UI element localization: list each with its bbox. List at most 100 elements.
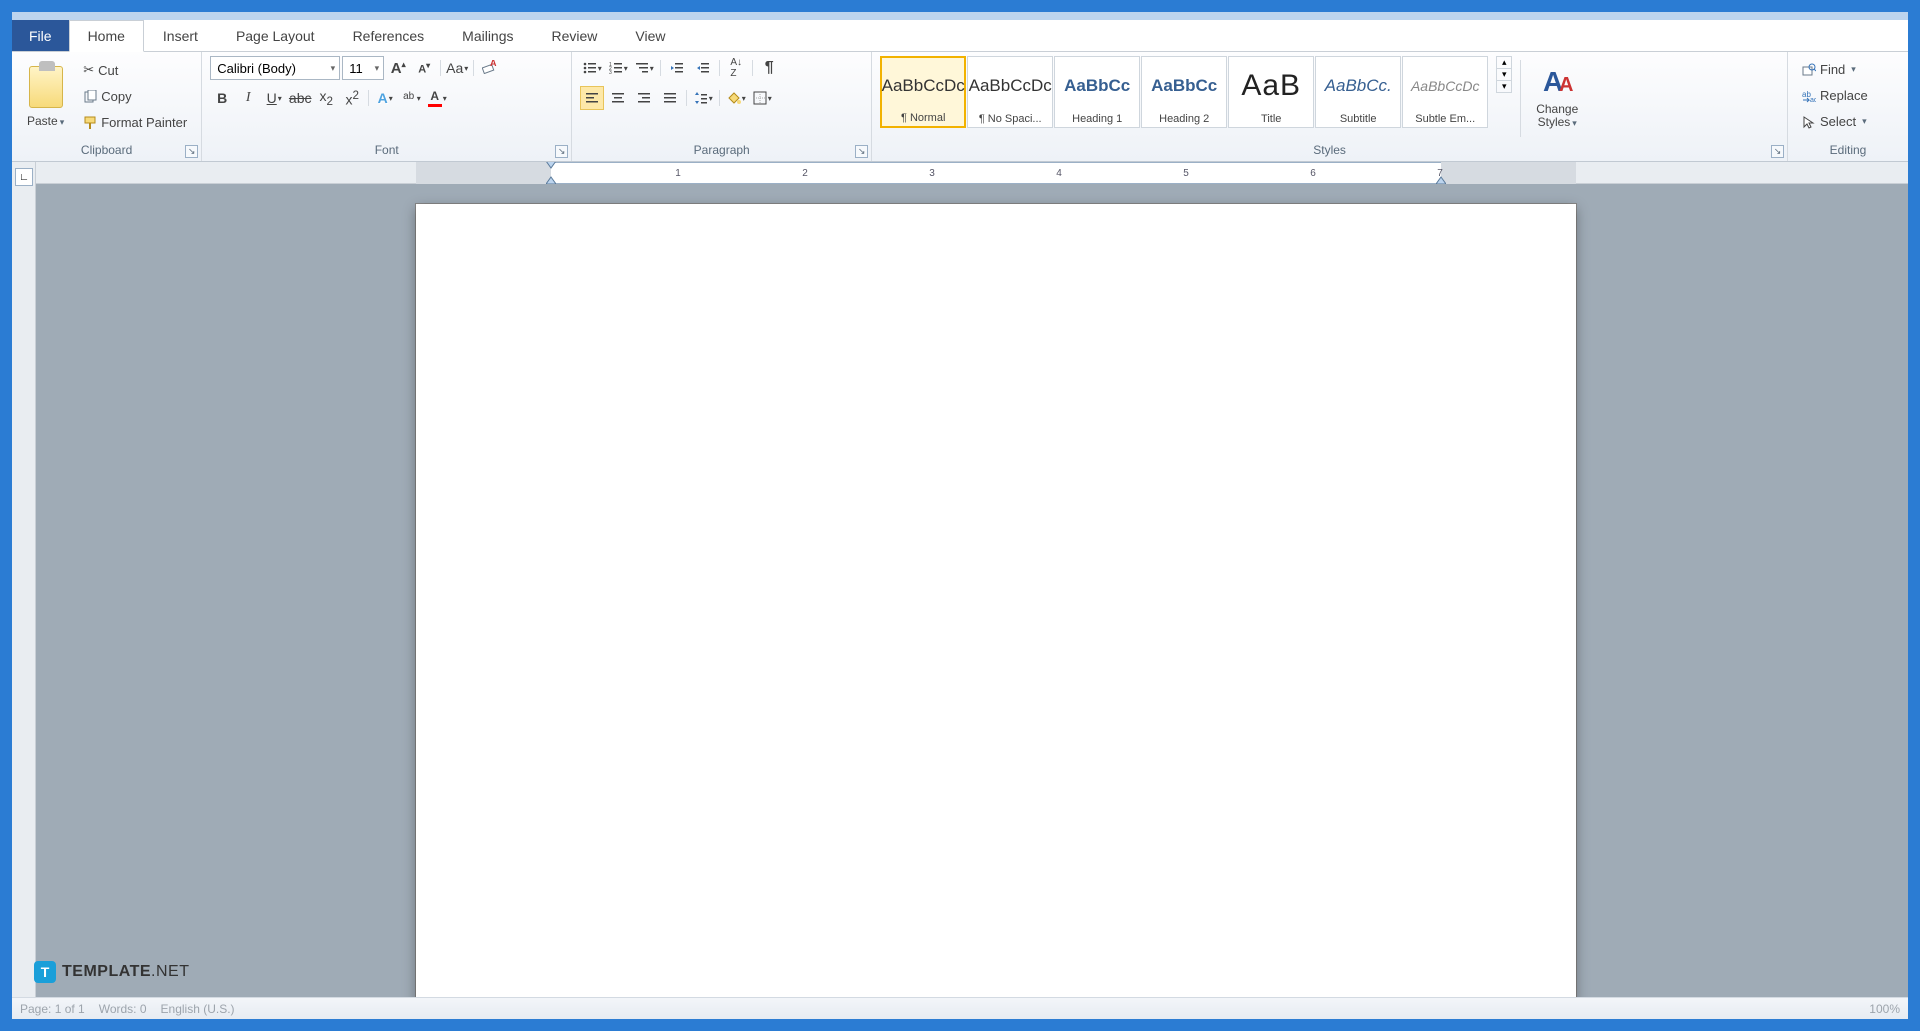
justify-button[interactable] xyxy=(658,86,682,110)
outdent-icon xyxy=(670,61,684,75)
status-language[interactable]: English (U.S.) xyxy=(161,1002,235,1016)
replace-button[interactable]: abac Replace xyxy=(1796,84,1874,107)
bold-button[interactable]: B xyxy=(210,86,234,110)
underline-button[interactable]: U xyxy=(262,86,286,110)
font-name-select[interactable]: Calibri (Body) xyxy=(210,56,340,80)
clear-formatting-button[interactable]: A xyxy=(478,56,502,80)
group-editing: Find abac Replace Select Editing xyxy=(1788,52,1908,161)
style-heading-2[interactable]: AaBbCcHeading 2 xyxy=(1141,56,1227,128)
line-spacing-button[interactable] xyxy=(691,86,715,110)
select-button[interactable]: Select xyxy=(1796,110,1874,133)
status-page[interactable]: Page: 1 of 1 xyxy=(20,1002,85,1016)
multilevel-list-button[interactable] xyxy=(632,56,656,80)
replace-label: Replace xyxy=(1820,88,1868,103)
hanging-indent[interactable] xyxy=(546,176,556,184)
shrink-font-button[interactable]: A▾ xyxy=(412,56,436,80)
tab-insert[interactable]: Insert xyxy=(144,20,217,51)
sort-icon: A↓Z xyxy=(730,57,742,79)
ribbon-tabs: File Home Insert Page Layout References … xyxy=(12,20,1908,52)
styles-dialog-launcher[interactable]: ↘ xyxy=(1771,145,1784,158)
format-painter-button[interactable]: Format Painter xyxy=(77,111,193,134)
font-size-select[interactable]: 11 xyxy=(342,56,384,80)
paste-button[interactable]: Paste xyxy=(20,56,71,138)
bold-icon: B xyxy=(217,90,227,106)
vertical-ruler[interactable]: ∟ xyxy=(12,162,36,997)
italic-button[interactable]: I xyxy=(236,86,260,110)
sort-button[interactable]: A↓Z xyxy=(724,56,748,80)
bullets-button[interactable] xyxy=(580,56,604,80)
style-subtle-em-[interactable]: AaBbCcDcSubtle Em... xyxy=(1402,56,1488,128)
subscript-button[interactable]: x2 xyxy=(314,86,338,110)
change-styles-button[interactable]: AA Change Styles xyxy=(1529,56,1585,138)
bucket-icon xyxy=(727,91,741,105)
style-name: Title xyxy=(1261,113,1281,125)
justify-icon xyxy=(663,91,677,105)
find-button[interactable]: Find xyxy=(1796,58,1874,81)
align-left-icon xyxy=(585,91,599,105)
strikethrough-icon: abc xyxy=(289,90,312,106)
align-center-icon xyxy=(611,91,625,105)
watermark: T TEMPLATE.NET xyxy=(34,961,189,983)
text-effects-button[interactable]: A xyxy=(373,86,397,110)
tab-review[interactable]: Review xyxy=(533,20,617,51)
style-name: Heading 1 xyxy=(1072,113,1122,125)
style-subtitle[interactable]: AaBbCc.Subtitle xyxy=(1315,56,1401,128)
copy-button[interactable]: Copy xyxy=(77,85,193,108)
numbering-button[interactable]: 123 xyxy=(606,56,630,80)
superscript-button[interactable]: x2 xyxy=(340,86,364,110)
align-left-button[interactable] xyxy=(580,86,604,110)
gallery-up[interactable]: ▴ xyxy=(1497,57,1511,69)
tab-references[interactable]: References xyxy=(334,20,444,51)
gallery-more[interactable]: ▾ xyxy=(1497,81,1511,92)
tab-selector[interactable]: ∟ xyxy=(15,168,33,186)
first-line-indent[interactable] xyxy=(546,162,556,169)
align-right-button[interactable] xyxy=(632,86,656,110)
highlight-icon: ab xyxy=(402,91,416,106)
tab-mailings[interactable]: Mailings xyxy=(443,20,532,51)
horizontal-ruler[interactable]: 1234567 xyxy=(36,162,1908,184)
styles-gallery-scroll[interactable]: ▴ ▾ ▾ xyxy=(1496,56,1512,93)
style--no-spaci-[interactable]: AaBbCcDc¶ No Spaci... xyxy=(967,56,1053,128)
borders-icon xyxy=(753,91,767,105)
ruler-number: 2 xyxy=(802,168,808,179)
tab-file[interactable]: File xyxy=(12,20,69,51)
style-name: ¶ Normal xyxy=(901,112,945,124)
show-hide-button[interactable]: ¶ xyxy=(757,56,781,80)
borders-button[interactable] xyxy=(750,86,774,110)
font-dialog-launcher[interactable]: ↘ xyxy=(555,145,568,158)
svg-text:A: A xyxy=(1559,74,1573,96)
clipboard-dialog-launcher[interactable]: ↘ xyxy=(185,145,198,158)
change-case-button[interactable]: Aa xyxy=(445,56,469,80)
cut-button[interactable]: ✂ Cut xyxy=(77,58,193,82)
style-title[interactable]: AaBTitle xyxy=(1228,56,1314,128)
subscript-icon: x2 xyxy=(319,88,332,108)
svg-text:A: A xyxy=(490,60,497,68)
watermark-brand: TEMPLATE xyxy=(62,963,151,980)
line-spacing-icon xyxy=(694,91,708,105)
document-area: 1234567 xyxy=(36,162,1908,997)
right-indent[interactable] xyxy=(1436,176,1446,184)
grow-font-button[interactable]: A▴ xyxy=(386,56,410,80)
font-color-button[interactable]: A xyxy=(425,86,449,110)
ruler-number: 6 xyxy=(1310,168,1316,179)
tab-page-layout[interactable]: Page Layout xyxy=(217,20,334,51)
document-page[interactable] xyxy=(416,204,1576,997)
align-center-button[interactable] xyxy=(606,86,630,110)
style-heading-1[interactable]: AaBbCcHeading 1 xyxy=(1054,56,1140,128)
decrease-indent-button[interactable] xyxy=(665,56,689,80)
status-zoom[interactable]: 100% xyxy=(1869,1002,1900,1016)
status-words[interactable]: Words: 0 xyxy=(99,1002,147,1016)
gallery-down[interactable]: ▾ xyxy=(1497,69,1511,81)
indent-icon xyxy=(696,61,710,75)
paragraph-dialog-launcher[interactable]: ↘ xyxy=(855,145,868,158)
strikethrough-button[interactable]: abc xyxy=(288,86,312,110)
highlight-button[interactable]: ab xyxy=(399,86,423,110)
paragraph-group-label: Paragraph xyxy=(580,141,863,159)
tab-view[interactable]: View xyxy=(616,20,684,51)
style-preview: AaBbCc xyxy=(1064,59,1130,113)
style-preview: AaBbCc. xyxy=(1325,59,1392,113)
style--normal[interactable]: AaBbCcDc¶ Normal xyxy=(880,56,966,128)
increase-indent-button[interactable] xyxy=(691,56,715,80)
tab-home[interactable]: Home xyxy=(69,20,144,52)
shading-button[interactable] xyxy=(724,86,748,110)
